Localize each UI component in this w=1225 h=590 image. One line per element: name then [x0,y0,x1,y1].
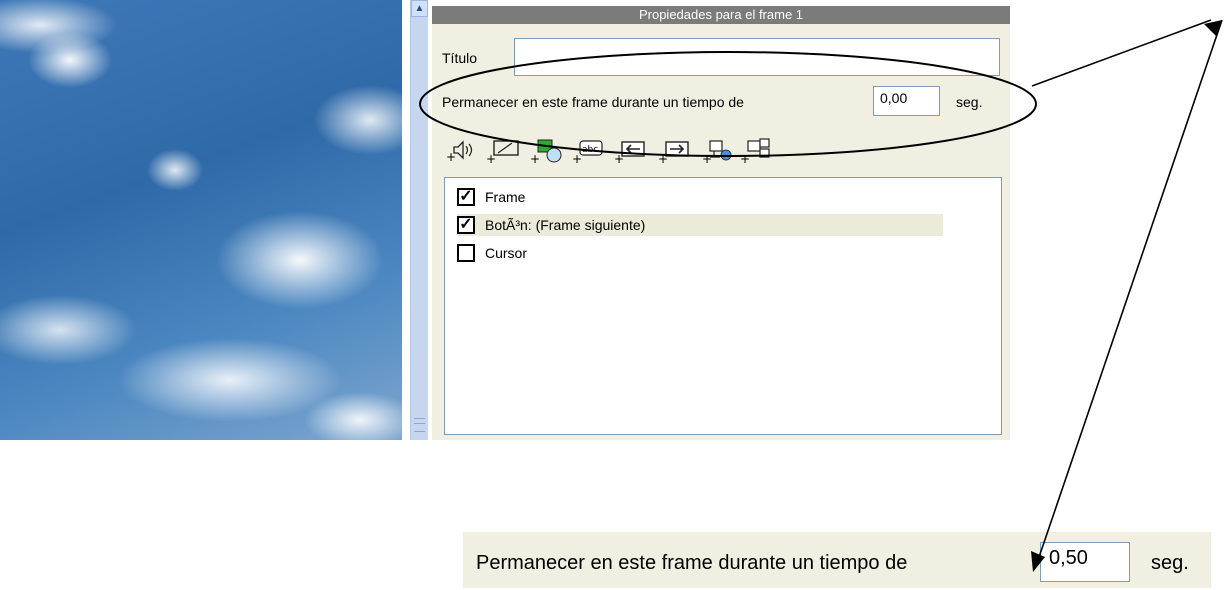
list-item-label: Cursor [485,245,528,261]
pointer-line [1031,19,1212,87]
titulo-label: Título [442,50,478,66]
svg-text:abc: abc [582,145,598,155]
arrow-head-top [1204,20,1222,36]
permanecer-label: Permanecer en este frame durante un tiem… [442,94,744,110]
checkbox-cursor[interactable] [457,244,475,262]
seg-label: seg. [956,94,983,110]
add-text-icon[interactable]: + abc [572,137,606,165]
elements-list[interactable]: ✓ Frame ✓ BotÃ³n: (Frame siguiente) Curs… [444,177,1002,435]
add-next-button-icon[interactable]: + [658,137,692,165]
add-back-button-icon[interactable]: + [614,137,648,165]
list-item-boton[interactable]: ✓ BotÃ³n: (Frame siguiente) [457,214,943,236]
svg-text:+: + [740,152,750,165]
sky-image [0,0,402,440]
panel-title: Propiedades para el frame 1 [432,6,1010,24]
list-item-frame[interactable]: ✓ Frame [457,186,525,208]
svg-text:+: + [530,152,540,165]
arrow-line [1035,19,1223,567]
list-item-cursor[interactable]: Cursor [457,242,527,264]
checkbox-frame[interactable]: ✓ [457,188,475,206]
add-link-icon[interactable]: + [702,137,736,165]
time-input[interactable]: 0,00 [873,86,940,116]
zoom-seg-label: seg. [1151,552,1189,574]
checkbox-boton[interactable]: ✓ [457,216,475,234]
add-sound-icon[interactable]: + [446,137,480,165]
add-image-icon[interactable]: + [486,137,520,165]
list-item-label: BotÃ³n: (Frame siguiente) [485,217,646,233]
zoom-permanecer-label: Permanecer en este frame durante un tiem… [476,552,908,574]
scroll-up-button[interactable]: ▲ [411,0,428,17]
toolbar: + + + + abc + + + + [446,137,896,165]
scroll-grip-icon[interactable] [414,418,425,432]
titulo-input[interactable] [514,38,1000,76]
svg-text:+: + [702,152,712,165]
list-item-label: Frame [485,189,526,205]
zoom-callout: Permanecer en este frame durante un tiem… [463,532,1211,588]
vertical-scrollbar[interactable]: ▲ [410,0,428,440]
add-frame-icon[interactable]: + [740,137,774,165]
chevron-up-icon: ▲ [414,3,425,14]
zoom-time-input[interactable]: 0,50 [1040,542,1130,582]
add-shape-icon[interactable]: + [530,137,564,165]
frame-properties-panel: Propiedades para el frame 1 Título Perma… [432,6,1010,440]
